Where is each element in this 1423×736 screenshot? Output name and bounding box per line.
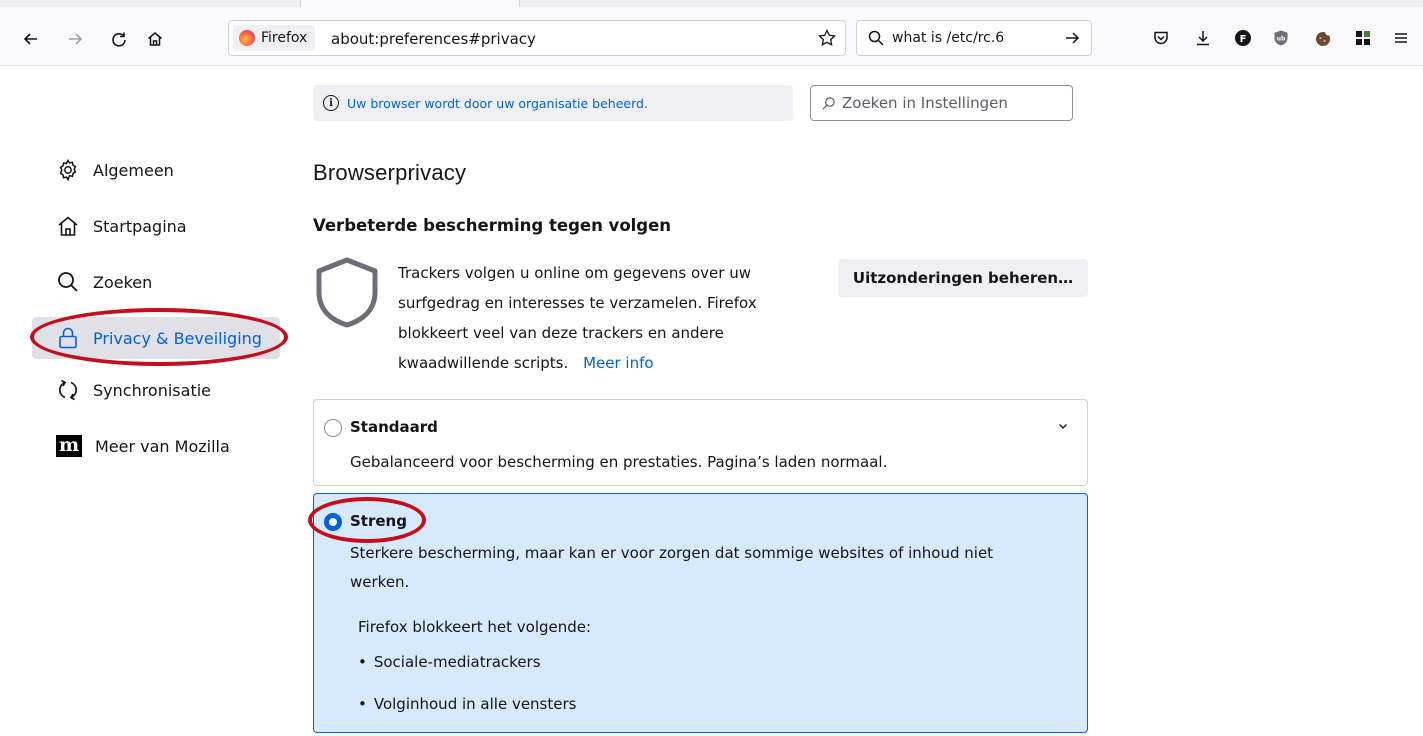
home-icon[interactable] bbox=[142, 26, 168, 52]
etp-heading: Verbeterde bescherming tegen volgen bbox=[313, 216, 672, 235]
sync-icon bbox=[59, 379, 77, 401]
standard-title: Standaard bbox=[350, 418, 438, 436]
search-bar[interactable]: what is /etc/rc.6 bbox=[856, 20, 1092, 56]
cookie-icon[interactable] bbox=[1312, 27, 1334, 49]
star-icon[interactable] bbox=[817, 28, 837, 48]
pocket-icon[interactable] bbox=[1150, 27, 1172, 49]
firefox-logo-icon bbox=[239, 30, 255, 46]
url-text[interactable]: about:preferences#privacy bbox=[331, 30, 536, 48]
meer-info-link[interactable]: Meer info bbox=[583, 354, 653, 372]
ublock-icon[interactable]: ub bbox=[1270, 27, 1292, 49]
standard-radio[interactable] bbox=[324, 419, 342, 437]
manage-exceptions-button[interactable]: Uitzonderingen beheren… bbox=[838, 259, 1088, 297]
sidebar-item-label: Synchronisatie bbox=[93, 380, 212, 400]
browser-toolbar: Firefox about:preferences#privacy what i… bbox=[0, 0, 1423, 66]
mozilla-icon: m bbox=[56, 435, 82, 457]
info-icon: i bbox=[323, 95, 339, 111]
sidebar-item-synchronisatie[interactable]: Synchronisatie bbox=[32, 369, 280, 411]
shield-icon bbox=[316, 257, 378, 328]
strict-protection-card[interactable]: Streng Sterkere bescherming, maar kan er… bbox=[313, 493, 1088, 733]
search-bar-text[interactable]: what is /etc/rc.6 bbox=[892, 30, 1004, 46]
list-item: Sociale-mediatrackers bbox=[358, 652, 576, 694]
search-icon bbox=[868, 30, 884, 46]
home-icon bbox=[58, 216, 78, 236]
strict-description: Sterkere bescherming, maar kan er voor z… bbox=[350, 544, 994, 591]
strict-radio[interactable] bbox=[324, 513, 342, 531]
lock-icon bbox=[59, 327, 77, 349]
forward-icon[interactable] bbox=[62, 26, 88, 52]
sidebar-item-label: Privacy & Beveiliging bbox=[93, 328, 262, 348]
identity-box[interactable]: Firefox bbox=[233, 25, 316, 51]
search-icon bbox=[822, 96, 835, 110]
list-item: Volginhoud in alle vensters bbox=[358, 694, 577, 736]
etp-description-text: Trackers volgen u online om gegevens ove… bbox=[398, 264, 757, 372]
page-title: Browserprivacy bbox=[313, 160, 467, 185]
sidebar-item-label: Startpagina bbox=[93, 216, 187, 236]
blocked-items-list: Sociale-mediatrackers Volginhoud in alle… bbox=[358, 652, 577, 736]
sidebar-item-label: Zoeken bbox=[93, 272, 153, 292]
sidebar-item-startpagina[interactable]: Startpagina bbox=[32, 205, 280, 247]
grid-extension-icon[interactable] bbox=[1352, 27, 1374, 49]
active-tab[interactable] bbox=[300, 0, 520, 7]
etp-description: Trackers volgen u online om gegevens ove… bbox=[398, 258, 818, 378]
managed-browser-notice: i Uw browser wordt door uw organisatie b… bbox=[313, 85, 793, 121]
search-icon bbox=[58, 272, 78, 292]
svg-text:F: F bbox=[1240, 34, 1247, 45]
sidebar-item-zoeken[interactable]: Zoeken bbox=[32, 261, 280, 303]
back-icon[interactable] bbox=[18, 26, 44, 52]
extension-f-icon[interactable]: F bbox=[1232, 27, 1254, 49]
sidebar-item-label: Meer van Mozilla bbox=[95, 436, 230, 456]
url-bar[interactable]: Firefox about:preferences#privacy bbox=[228, 20, 846, 56]
sidebar-item-algemeen[interactable]: Algemeen bbox=[32, 149, 280, 191]
managed-policy-link[interactable]: Uw browser wordt door uw organisatie beh… bbox=[347, 96, 648, 111]
sidebar-item-label: Algemeen bbox=[93, 160, 174, 180]
gear-icon bbox=[59, 159, 77, 182]
standard-description: Gebalanceerd voor bescherming en prestat… bbox=[350, 453, 888, 471]
sidebar-item-meer-van-mozilla[interactable]: m Meer van Mozilla bbox=[32, 425, 280, 467]
go-arrow-icon[interactable] bbox=[1063, 29, 1081, 47]
identity-label: Firefox bbox=[261, 30, 308, 46]
sidebar-item-privacy[interactable]: Privacy & Beveiliging bbox=[32, 317, 280, 359]
download-icon[interactable] bbox=[1192, 27, 1214, 49]
chevron-down-icon[interactable] bbox=[1057, 420, 1069, 432]
blocks-heading: Firefox blokkeert het volgende: bbox=[358, 618, 592, 636]
tab-strip bbox=[0, 0, 1423, 7]
strict-title: Streng bbox=[350, 512, 407, 530]
reload-icon[interactable] bbox=[106, 26, 132, 52]
svg-text:ub: ub bbox=[1277, 36, 1286, 43]
preferences-search-input[interactable]: Zoeken in Instellingen bbox=[810, 85, 1073, 121]
standard-protection-card[interactable]: Standaard Gebalanceerd voor bescherming … bbox=[313, 399, 1088, 486]
preferences-search-placeholder: Zoeken in Instellingen bbox=[842, 94, 1008, 112]
menu-icon[interactable] bbox=[1390, 27, 1412, 49]
